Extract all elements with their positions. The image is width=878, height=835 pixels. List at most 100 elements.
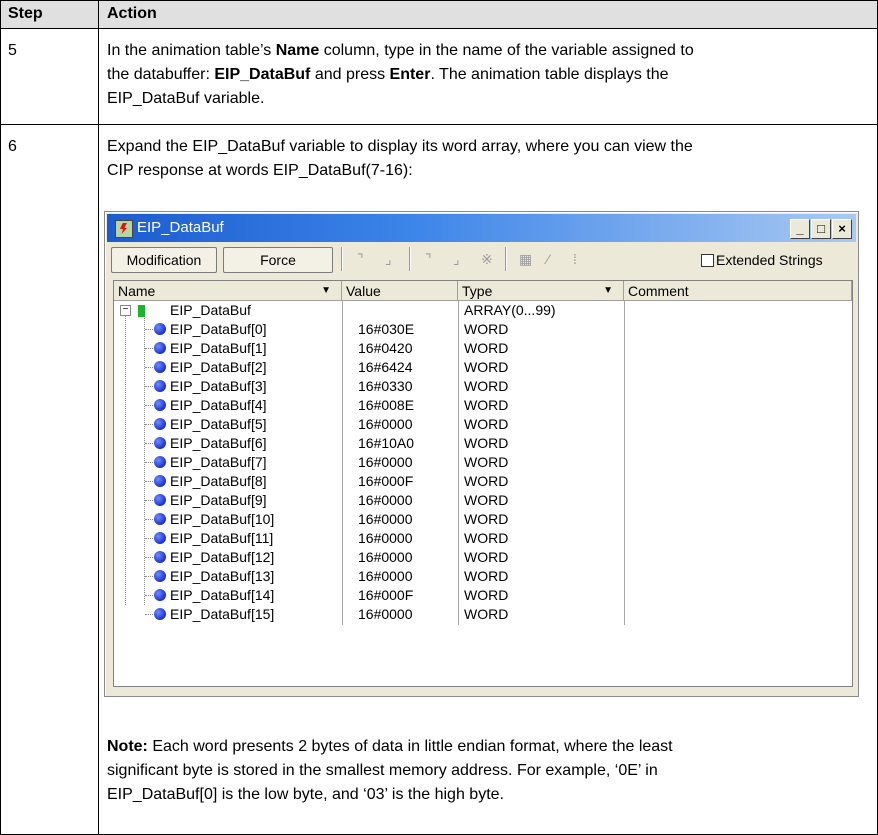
variable-value-cell[interactable]: 16#0000 [358,548,413,567]
header-step: Step [8,5,43,22]
column-divider [458,301,459,625]
variable-value-cell[interactable]: 16#0000 [358,453,413,472]
variable-name-cell[interactable]: EIP_DataBuf[1] [170,339,267,358]
text-run: In the animation table’s [107,42,276,59]
variable-value-cell[interactable]: 16#10A0 [358,434,414,453]
close-button[interactable]: × [832,219,852,239]
variable-dot-icon [154,494,166,506]
force-button[interactable]: Force [223,247,333,273]
variable-value-cell[interactable]: 16#000F [358,472,413,491]
variable-dot-icon [154,608,166,620]
parent-variable-name[interactable]: EIP_DataBuf [170,301,251,320]
column-header-comment[interactable]: Comment [624,281,852,301]
variable-name-cell[interactable]: EIP_DataBuf[11] [170,529,273,548]
variable-value-cell[interactable]: 16#0000 [358,567,413,586]
variable-name-cell[interactable]: EIP_DataBuf[5] [170,415,267,434]
maximize-button[interactable]: □ [811,219,831,239]
variable-value-cell[interactable]: 16#6424 [358,358,413,377]
tree-line [144,315,145,605]
variable-type-cell: WORD [464,549,509,565]
variable-value-cell[interactable]: 16#000F [358,586,413,605]
table-column-divider [98,0,99,835]
variable-name-cell[interactable]: EIP_DataBuf[3] [170,377,267,396]
column-divider [342,301,343,625]
step-6-line-2: CIP response at words EIP_DataBuf(7-16): [107,162,413,179]
note-line-3: EIP_DataBuf[0] is the low byte, and ‘03’… [107,786,504,803]
column-header-value[interactable]: Value [342,281,458,301]
variable-dot-icon [154,342,166,354]
variable-type-cell: WORD [464,568,509,584]
variable-dot-icon [154,399,166,411]
variable-dot-icon [154,418,166,430]
text-run: column, type in the name of the variable… [319,42,694,59]
variable-dot-icon [154,323,166,335]
column-header-label: Value [346,283,381,299]
variable-value-cell[interactable]: 16#0000 [358,510,413,529]
force-set-icon[interactable]: ⌝ [425,251,432,267]
variable-name-cell[interactable]: EIP_DataBuf[9] [170,491,267,510]
variable-type-cell: WORD [464,340,509,356]
step-number: 6 [8,138,17,155]
set-bit-icon[interactable]: ⌝ [357,251,364,267]
variable-type-cell: WORD [464,416,509,432]
variable-name-cell[interactable]: EIP_DataBuf[13] [170,567,274,586]
extended-strings-label: Extended Strings [716,252,823,268]
bracket-icon[interactable]: ⁞ [573,251,577,267]
variable-value-cell[interactable]: 16#0420 [358,339,413,358]
variable-type-cell: WORD [464,359,509,375]
variable-type-cell: WORD [464,511,509,527]
variable-value-cell[interactable]: 16#0000 [358,491,413,510]
column-header-type[interactable]: Type ▼ [458,281,624,301]
step-number: 5 [8,42,17,59]
variable-name-cell[interactable]: EIP_DataBuf[10] [170,510,274,529]
text-run: Each word presents 2 bytes of data in li… [147,738,673,755]
variable-value-cell[interactable]: 16#0000 [358,605,413,624]
variable-dot-icon [154,513,166,525]
variable-type-cell: WORD [464,435,509,451]
variable-name-cell[interactable]: EIP_DataBuf[8] [170,472,267,491]
variable-name-cell[interactable]: EIP_DataBuf[12] [170,548,274,567]
parent-variable-type: ARRAY(0...99) [464,302,556,318]
note-label: Note: [107,738,148,755]
variables-grid: Name ▼ Value Type ▼ Comment − EIP_DataBuf … [113,280,853,687]
bold-text-run: Name [275,42,320,59]
pencil-icon[interactable]: ⁄ [547,251,549,267]
note-line-2: significant byte is stored in the smalle… [107,762,658,779]
variable-value-cell[interactable]: 16#0000 [358,529,413,548]
variable-type-cell: WORD [464,454,509,470]
variable-name-cell[interactable]: EIP_DataBuf[15] [170,605,274,624]
variable-name-cell[interactable]: EIP_DataBuf[0] [170,320,267,339]
window-title-bar[interactable]: EIP_DataBuf _ □ × [107,214,856,242]
variable-name-cell[interactable]: EIP_DataBuf[14] [170,586,274,605]
variable-type-cell: WORD [464,397,509,413]
force-reset-icon[interactable]: ⌟ [453,251,460,267]
variable-dot-icon [154,361,166,373]
modification-button[interactable]: Modification [111,247,217,273]
sort-arrow-icon: ▼ [321,285,331,296]
minimize-button[interactable]: _ [790,219,810,239]
reset-bit-icon[interactable]: ⌟ [385,251,392,267]
variable-dot-icon [154,570,166,582]
variable-value-cell[interactable]: 16#008E [358,396,414,415]
column-header-name[interactable]: Name ▼ [114,281,342,301]
step-5-line-3: EIP_DataBuf variable. [107,88,264,110]
step-5-line-1: In the animation table’s Name column, ty… [107,40,694,62]
variable-name-cell[interactable]: EIP_DataBuf[7] [170,453,267,472]
toolbar-separator [505,247,507,271]
variable-name-cell[interactable]: EIP_DataBuf[2] [170,358,267,377]
variable-type-cell: WORD [464,606,509,622]
variable-value-cell[interactable]: 16#030E [358,320,414,339]
variable-dot-icon [154,532,166,544]
variable-value-cell[interactable]: 16#0330 [358,377,413,396]
variable-type-cell: WORD [464,492,509,508]
variable-value-cell[interactable]: 16#0000 [358,415,413,434]
table-icon[interactable]: ▦ [519,251,532,267]
variable-name-cell[interactable]: EIP_DataBuf[4] [170,396,267,415]
table-border-left [0,0,1,835]
table-border-top [0,0,878,1]
toolbar-separator [409,247,411,271]
unforce-icon[interactable]: ※ [481,251,493,267]
variable-dot-icon [154,437,166,449]
extended-strings-checkbox[interactable] [701,254,714,267]
variable-name-cell[interactable]: EIP_DataBuf[6] [170,434,267,453]
